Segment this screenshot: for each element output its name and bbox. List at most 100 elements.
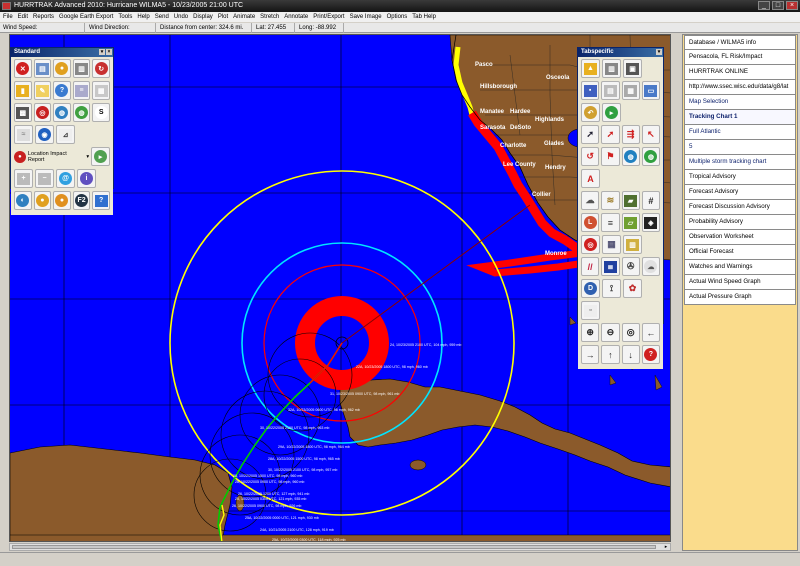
box-select-button[interactable]: ▫ xyxy=(581,301,600,320)
menu-display[interactable]: Display xyxy=(193,12,213,22)
run-report-button[interactable]: ▸ xyxy=(91,147,110,166)
side-item-map-selection[interactable]: Map Selection xyxy=(684,95,796,110)
satellite-dish-button[interactable]: ⊿ xyxy=(56,125,75,144)
info-button[interactable]: i xyxy=(77,169,96,188)
menu-send[interactable]: Send xyxy=(155,12,169,22)
hurricane-symbol-button[interactable]: S xyxy=(92,103,110,122)
globe-tab-button[interactable]: ◍ xyxy=(621,147,640,166)
zoom-out-button[interactable]: − xyxy=(35,169,54,188)
target-tab-button[interactable]: ◎ xyxy=(581,235,600,254)
shield-button[interactable]: ◈ xyxy=(641,213,660,232)
minimize-icon[interactable]: _ xyxy=(758,1,770,10)
print-button[interactable]: ▥ xyxy=(72,59,91,78)
side-item-database-info[interactable]: Database / WILMA5 info xyxy=(684,35,796,50)
landfall-button[interactable]: L xyxy=(581,213,600,232)
pan-up-button[interactable]: ↑ xyxy=(601,345,620,364)
side-item-url[interactable]: http://www.ssec.wisc.edu/data/g8/lat xyxy=(684,80,796,95)
grid-button[interactable]: ▦ xyxy=(621,81,640,100)
zoom-in-tab-button[interactable]: ⊕ xyxy=(581,323,600,342)
f2-button[interactable]: F2 xyxy=(72,191,91,210)
menu-tab-help[interactable]: Tab Help xyxy=(412,12,436,22)
side-item-watches-warnings[interactable]: Watches and Warnings xyxy=(684,260,796,275)
toolbox-menu-icon[interactable]: ▾ xyxy=(656,49,662,55)
arrow-red-button[interactable]: ➚ xyxy=(601,125,620,144)
weather-button[interactable]: ☁ xyxy=(581,191,600,210)
satellite-button[interactable]: ▩ xyxy=(14,103,32,122)
standard-toolbox[interactable]: Standard ▾ × ✕ ▤ ● ▥ ↻ ▮ ✎ ? ≡ ▦ ▩ ◎ ◍ ◍… xyxy=(10,47,114,215)
stamp-button[interactable]: ▣ xyxy=(623,59,642,78)
pointer-button[interactable]: ↖ xyxy=(641,125,660,144)
menu-undo[interactable]: Undo xyxy=(174,12,188,22)
save-button[interactable]: ▪ xyxy=(581,81,600,100)
monitor-button[interactable]: ▭ xyxy=(641,81,660,100)
map-horizontal-scrollbar[interactable]: ◂ ▸ xyxy=(9,543,671,551)
flag-us-button[interactable]: ≣ xyxy=(601,257,620,276)
menu-stretch[interactable]: Stretch xyxy=(260,12,279,22)
gridlines-button[interactable]: ▦ xyxy=(602,235,621,254)
menu-file[interactable]: File xyxy=(3,12,13,22)
layers-button[interactable]: ≡ xyxy=(601,213,620,232)
pan-left-button[interactable]: ← xyxy=(641,323,660,342)
side-item-official-forecast[interactable]: Official Forecast xyxy=(684,245,796,260)
zoom-in-button[interactable]: + xyxy=(14,169,33,188)
text-tool-button[interactable]: A xyxy=(581,169,600,188)
tabspecific-toolbox[interactable]: Tabspecific ▾ ▲ ▥ ▣ ▪ ▤ ▦ ▭ ↶ ▸ ➚ ➚ ⇶ ↖ … xyxy=(577,47,664,369)
pan-down-button[interactable]: ↓ xyxy=(621,345,640,364)
zoom-out-tab-button[interactable]: ⊖ xyxy=(601,323,620,342)
print-tab-button[interactable]: ▥ xyxy=(602,59,621,78)
arrow-nw-button[interactable]: ➚ xyxy=(581,125,600,144)
side-item-pressure-graph[interactable]: Actual Pressure Graph xyxy=(684,290,796,305)
go-button[interactable]: ▸ xyxy=(602,103,621,122)
stripe-button[interactable]: // xyxy=(581,257,600,276)
person-button[interactable]: ● xyxy=(33,191,52,210)
storm-button[interactable]: ≈ xyxy=(14,125,33,144)
help-button[interactable]: ? xyxy=(53,81,71,100)
table-button[interactable]: ▦ xyxy=(92,81,110,100)
user-button[interactable]: ● xyxy=(53,59,71,78)
side-item-probability-advisory[interactable]: Probability Advisory xyxy=(684,215,796,230)
close-icon[interactable]: × xyxy=(786,1,798,10)
standard-toolbox-title[interactable]: Standard ▾ × xyxy=(11,48,113,57)
scroll-right-icon[interactable]: ▸ xyxy=(662,544,670,550)
state-button[interactable]: ▰ xyxy=(621,191,640,210)
chart-button[interactable]: ▮ xyxy=(14,81,32,100)
note-button[interactable]: ✎ xyxy=(33,81,52,100)
people-button[interactable]: ● xyxy=(53,191,71,210)
globe-alt-button[interactable]: ◍ xyxy=(72,103,91,122)
exit-button[interactable]: ✕ xyxy=(14,59,32,78)
target-button[interactable]: ◎ xyxy=(33,103,52,122)
email-button[interactable]: @ xyxy=(56,169,75,188)
side-item-multiple-storm[interactable]: Multiple storm tracking chart xyxy=(684,155,796,170)
grid-hash-button[interactable]: # xyxy=(641,191,660,210)
maximize-icon[interactable]: □ xyxy=(772,1,784,10)
copy-button[interactable]: ▤ xyxy=(601,81,620,100)
arrows-red-button[interactable]: ⇶ xyxy=(621,125,640,144)
map-box-button[interactable]: ▥ xyxy=(623,235,642,254)
menu-save-image[interactable]: Save Image xyxy=(350,12,382,22)
open-button[interactable]: ▤ xyxy=(33,59,52,78)
refresh-button[interactable]: ↻ xyxy=(92,59,110,78)
side-item-number[interactable]: 5 xyxy=(684,140,796,155)
users-button[interactable]: ◐ xyxy=(14,191,32,210)
side-item-full-atlantic[interactable]: Full Atlantic xyxy=(684,125,796,140)
toolbox-close-icon[interactable]: × xyxy=(106,49,112,55)
reel-button[interactable]: ✇ xyxy=(621,257,640,276)
menu-annotate[interactable]: Annotate xyxy=(284,12,308,22)
earth-button[interactable]: ◉ xyxy=(35,125,54,144)
tabspecific-toolbox-title[interactable]: Tabspecific ▾ xyxy=(578,48,663,57)
menu-reports[interactable]: Reports xyxy=(33,12,54,22)
flag-button[interactable]: ⚑ xyxy=(601,147,620,166)
map-view[interactable]: Pasco Osceola Hillsborough Manatee Harde… xyxy=(9,34,671,542)
menu-plot[interactable]: Plot xyxy=(218,12,228,22)
question-button[interactable]: ? xyxy=(92,191,110,210)
globe-button[interactable]: ◍ xyxy=(53,103,71,122)
side-item-observation-worksheet[interactable]: Observation Worksheet xyxy=(684,230,796,245)
location-impact-report-dropdown[interactable]: ● Location Impact Report ▾ xyxy=(14,148,89,166)
county-button[interactable]: ▱ xyxy=(621,213,640,232)
menu-google-earth-export[interactable]: Google Earth Export xyxy=(59,12,113,22)
toolbox-menu-icon[interactable]: ▾ xyxy=(99,49,105,55)
document-button[interactable]: ≡ xyxy=(72,81,91,100)
side-item-tropical-advisory[interactable]: Tropical Advisory xyxy=(684,170,796,185)
scrollbar-thumb[interactable] xyxy=(12,545,656,549)
menu-animate[interactable]: Animate xyxy=(233,12,255,22)
